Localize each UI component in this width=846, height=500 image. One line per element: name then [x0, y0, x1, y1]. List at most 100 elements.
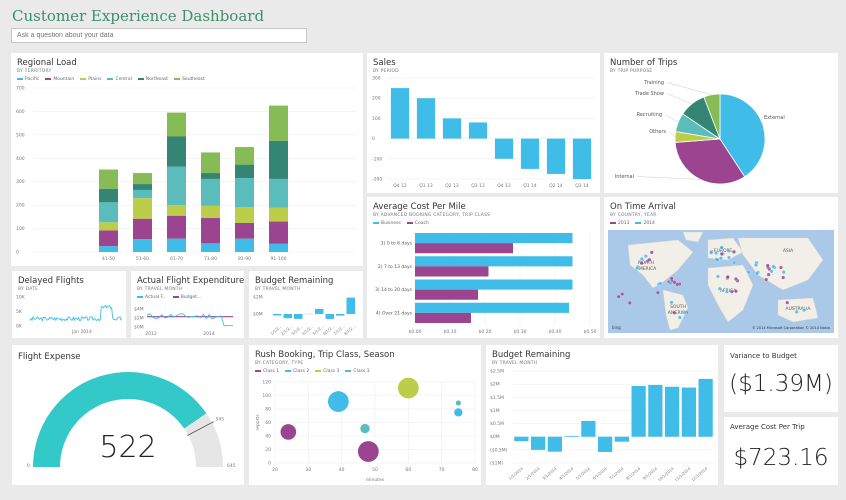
bar-8-1-2-	[346, 297, 355, 314]
y-tick-label: 200	[16, 203, 25, 209]
x-tick-label: $0.30	[514, 329, 527, 335]
bar-northeast-81-90	[235, 164, 254, 178]
y-tick-label: 20	[265, 447, 271, 453]
bar-1-1-2014	[514, 436, 529, 442]
bar-3-1-2-	[294, 314, 303, 319]
map-marker	[647, 257, 652, 262]
map-marker	[725, 275, 730, 280]
bar-mountain-61-70	[167, 215, 186, 239]
map-marker	[766, 272, 771, 277]
bar-business-1-0-to-6-days	[415, 233, 573, 244]
map-marker	[639, 261, 644, 266]
tile-budget-remaining-small[interactable]: Budget Remaining BY TRAVEL MONTH $2M $0M 1…	[249, 271, 363, 338]
y-tick-label: 300	[16, 179, 25, 185]
pie-label: Trade Show	[634, 91, 664, 97]
map-marker	[802, 308, 806, 313]
y-tick-label: $1.5M	[490, 395, 504, 401]
map-marker	[682, 310, 687, 315]
tile-number-of-trips[interactable]: Number of Trips BY TRIP PURPOSE External…	[604, 53, 838, 193]
y-tick-label: -100	[372, 156, 382, 162]
bar-5-1-2014	[581, 420, 596, 437]
dashboard-title: Customer Experience Dashboard	[12, 7, 265, 25]
x-tick-label: Q3 14	[575, 183, 589, 189]
x-tick-label: Q4 13	[497, 183, 511, 189]
x-tick-label: 3/1/2014	[541, 466, 558, 481]
map-marker	[733, 289, 738, 294]
x-tick-label: 2014	[203, 331, 215, 337]
avg-cost-trip-value: $723.16	[733, 445, 829, 471]
bar-q4-12	[390, 88, 410, 139]
x-tick-label: 8/1/2...	[343, 324, 357, 336]
scatter-point-class-2	[454, 408, 463, 417]
x-tick-label: 91-100	[271, 256, 287, 262]
variance-value: ($1.39M)	[729, 371, 833, 397]
tile-budget-remaining[interactable]: Budget Remaining BY TRAVEL MONTH $2.5M $2…	[486, 345, 718, 485]
map-marker	[726, 248, 731, 253]
regional-load-chart: 0 100 200 300 400 500 600 700 41-50 51-60 61-70 71-…	[16, 86, 356, 262]
map-marker	[716, 274, 720, 279]
tile-average-cost-per-mile[interactable]: Average Cost Per Mile BY ADVANCED BOOKIN…	[367, 197, 600, 338]
legend-label: 2013	[618, 221, 630, 226]
bar-southeast-51-60	[133, 173, 152, 185]
tile-rush-booking[interactable]: Rush Booking, Trip Class, Season BY CATE…	[249, 345, 481, 485]
y-tick-label: $4M	[134, 307, 144, 313]
bar-central-91-100	[269, 178, 288, 208]
map-marker	[658, 281, 663, 286]
actual-expenditure-line	[146, 313, 233, 327]
bar-9-1-2014	[648, 384, 663, 437]
map-marker	[643, 254, 648, 259]
pie-label: Others	[649, 129, 666, 135]
bar-1-1-2-	[273, 314, 282, 316]
x-tick-label: $0.00	[409, 329, 422, 335]
bar-12-1-2014	[698, 378, 713, 437]
rush-booking-scatter: 02040608010012020 30 40 50 60 70 80minutesrepo…	[255, 377, 478, 483]
x-tick-label: $0.10	[444, 329, 457, 335]
map-marker	[675, 282, 680, 287]
bar-6-1-2014	[598, 436, 613, 452]
y-category-label: 3) 14 to 20 days	[375, 287, 413, 293]
tile-delayed-flights[interactable]: Delayed Flights BY DATE 10K 5K 0K Jan 2014	[12, 271, 126, 338]
x-tick-label: 1/1/2014	[508, 466, 525, 481]
bar-q2-14	[546, 138, 566, 174]
x-tick-label: 12/1/2014	[690, 466, 709, 483]
x-tick-label: $0.50	[584, 329, 597, 335]
map-marker	[714, 251, 719, 256]
delayed-flights-chart: 10K 5K 0K Jan 2014	[16, 295, 123, 335]
tile-regional-load[interactable]: Regional Load BY TERRITORY Pacific Mounta…	[11, 53, 363, 266]
tile-actual-flight-expenditures[interactable]: Actual Flight Expenditures, Bu... BY TRA…	[131, 271, 244, 338]
tile-title: Variance to Budget	[730, 352, 797, 360]
map-marker	[746, 270, 751, 275]
bar-4-1-2014	[564, 435, 579, 437]
bar-coach-4-over-21-days	[415, 312, 471, 323]
bar-pacific-71-80	[201, 243, 220, 252]
sales-chart: 300 200 100 0 -100 -200 Q4 12 Q1 13 Q2 13 Q3 13 Q4…	[372, 76, 595, 189]
map-region-label: SOUTH	[670, 304, 686, 310]
tile-flight-expense[interactable]: Flight Expense 545 0 645 522	[12, 345, 244, 485]
map-region-label: AUSTRALIA	[786, 306, 812, 312]
bar-mountain-91-100	[269, 221, 288, 244]
map-marker	[729, 289, 734, 294]
map-marker	[725, 289, 729, 294]
bar-pacific-41-50	[99, 246, 118, 252]
bar-coach-3-14-to-20-days	[415, 289, 478, 300]
map-marker	[672, 310, 677, 315]
y-tick-label: 0	[372, 136, 375, 142]
bar-pacific-51-60	[133, 239, 152, 252]
y-tick-label: 200	[372, 96, 381, 102]
tile-on-time-arrival[interactable]: On Time Arrival BY COUNTRY, YEAR 2013 20…	[604, 197, 838, 338]
y-tick-label: 100	[16, 226, 25, 232]
bar-plains-71-80	[201, 205, 220, 219]
qa-search-input[interactable]	[11, 28, 307, 43]
legend-label: 2014	[643, 221, 655, 226]
world-map[interactable]: NORTHAMERICAEUROPEASIAAFRICASOUTHAMERICA…	[608, 230, 834, 333]
tile-sales[interactable]: Sales BY PERIOD 300 200 100 0 -100 -200 Q4 12 Q…	[367, 53, 600, 193]
y-tick-label: 60	[265, 420, 271, 426]
tile-average-cost-per-trip[interactable]: Average Cost Per Trip $723.16	[724, 417, 838, 485]
x-tick-label: 8/1/2014	[625, 466, 642, 481]
pie-leader-line	[664, 114, 679, 123]
map-marker	[639, 257, 644, 261]
y-tick-label: 300	[372, 76, 381, 82]
x-tick-label: 4/1/2014	[558, 466, 575, 481]
tile-variance-to-budget[interactable]: Variance to Budget ($1.39M)	[724, 345, 838, 412]
bar-southeast-91-100	[269, 105, 288, 141]
